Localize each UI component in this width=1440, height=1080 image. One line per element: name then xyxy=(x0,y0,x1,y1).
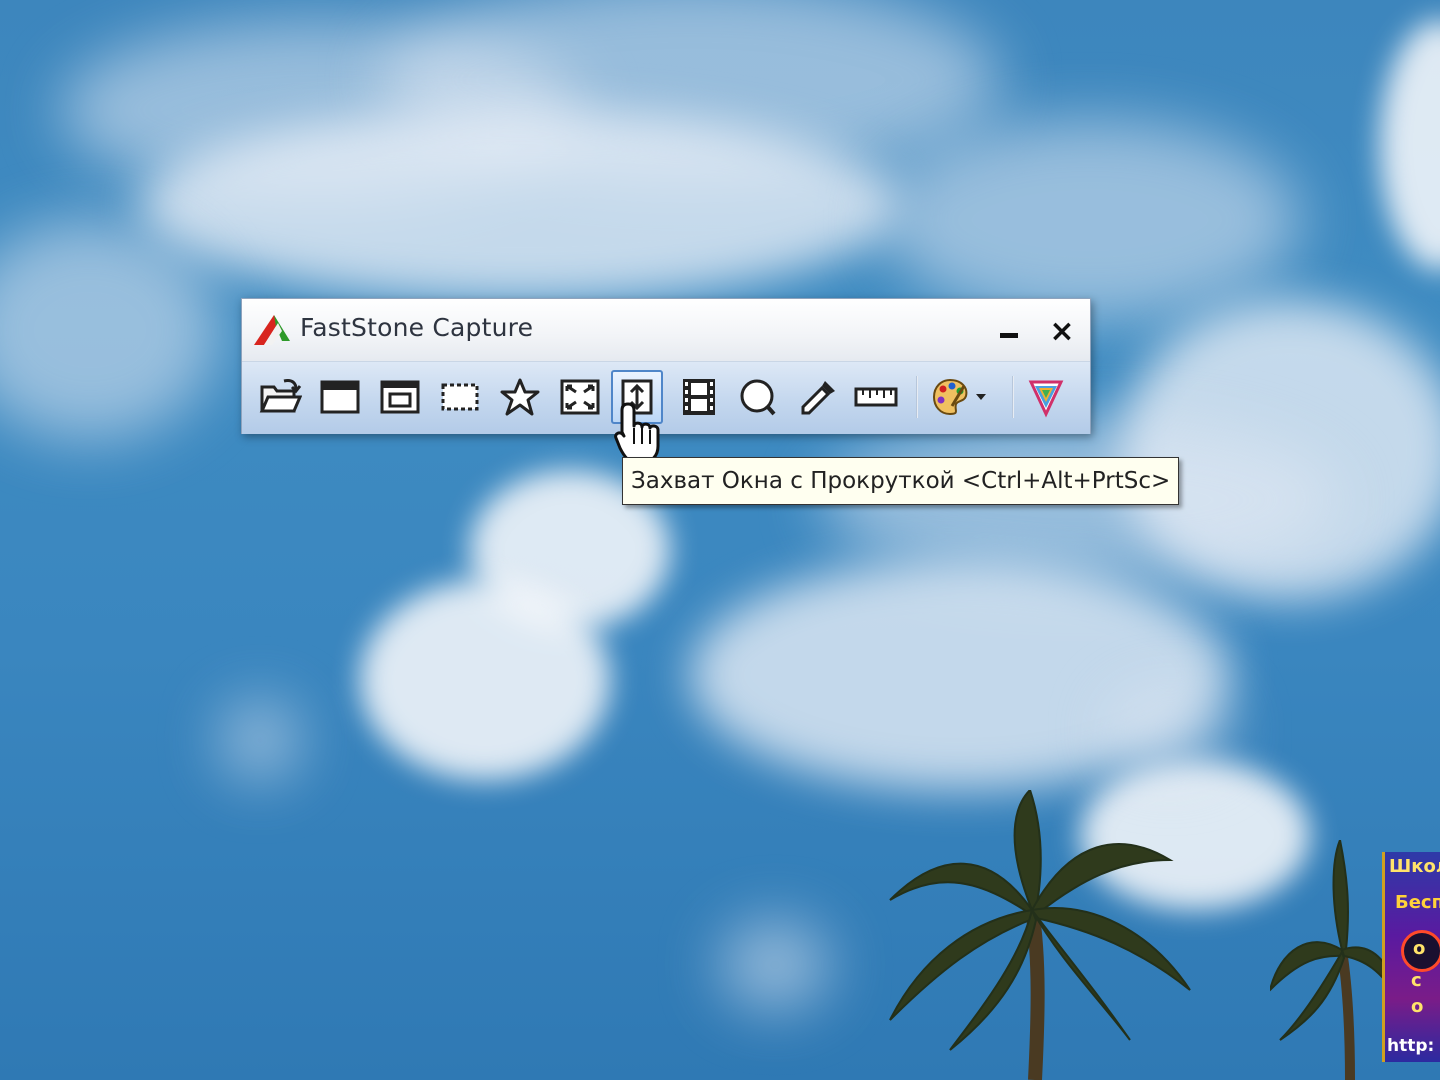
ad-link-text: http: xyxy=(1387,1036,1435,1056)
cloud xyxy=(360,580,610,780)
desktop-background: Школ Бесп о с о http: xyxy=(0,0,1440,1080)
title-bar[interactable]: FastStone Capture × xyxy=(242,299,1090,361)
toolbar-separator xyxy=(916,376,918,418)
freehand-region-icon xyxy=(500,378,540,416)
palm-tree xyxy=(1270,840,1400,1080)
cloud xyxy=(720,920,830,1010)
chevron-down-icon xyxy=(976,394,986,400)
ad-text-line: с xyxy=(1411,970,1422,991)
ad-text-line: Бесп xyxy=(1395,892,1440,913)
ad-text-line: о xyxy=(1413,938,1426,959)
window-title: FastStone Capture xyxy=(300,313,534,342)
cloud xyxy=(1380,20,1440,270)
eyedropper-icon xyxy=(801,381,835,415)
capture-freehand-region-button[interactable] xyxy=(494,370,546,424)
capture-full-screen-button[interactable] xyxy=(554,370,606,424)
settings-menu-button[interactable] xyxy=(1020,370,1072,424)
palette-icon xyxy=(932,378,986,416)
film-icon xyxy=(683,379,715,415)
ad-text-line: о xyxy=(1411,996,1424,1017)
minimize-button[interactable] xyxy=(994,319,1024,349)
faststone-capture-window: FastStone Capture × xyxy=(241,298,1091,434)
capture-active-window-button[interactable] xyxy=(314,370,366,424)
full-screen-icon xyxy=(560,379,600,415)
ruler-icon xyxy=(854,387,898,407)
output-settings-button[interactable] xyxy=(928,370,992,424)
cloud xyxy=(140,110,900,300)
cloud xyxy=(220,700,300,780)
open-file-button[interactable] xyxy=(254,370,306,424)
settings-triangle-icon xyxy=(1028,380,1064,418)
corner-advertisement: Школ Бесп о с о http: xyxy=(1382,852,1440,1062)
magnifier-icon xyxy=(740,379,776,416)
screen-recorder-button[interactable] xyxy=(673,370,725,424)
capture-rectangular-region-button[interactable] xyxy=(434,370,486,424)
faststone-logo-icon xyxy=(254,315,290,345)
ad-text-line: Школ xyxy=(1389,856,1440,877)
window-object-icon xyxy=(380,380,420,414)
window-icon xyxy=(320,380,360,414)
screen-magnifier-button[interactable] xyxy=(732,370,784,424)
tooltip: Захват Окна с Прокруткой <Ctrl+Alt+PrtSc… xyxy=(622,457,1180,505)
close-button[interactable]: × xyxy=(1042,313,1082,351)
folder-open-icon xyxy=(259,379,302,413)
capture-window-object-button[interactable] xyxy=(374,370,426,424)
hand-cursor-icon xyxy=(614,402,660,464)
cloud xyxy=(0,220,220,440)
rectangle-region-icon xyxy=(441,383,479,411)
cloud xyxy=(880,120,1300,320)
capture-toolbar xyxy=(242,361,1090,434)
toolbar-separator xyxy=(1012,376,1014,418)
palm-tree xyxy=(889,790,1191,1080)
color-picker-button[interactable] xyxy=(792,370,844,424)
screen-ruler-button[interactable] xyxy=(850,370,902,424)
cloud xyxy=(1110,690,1230,770)
